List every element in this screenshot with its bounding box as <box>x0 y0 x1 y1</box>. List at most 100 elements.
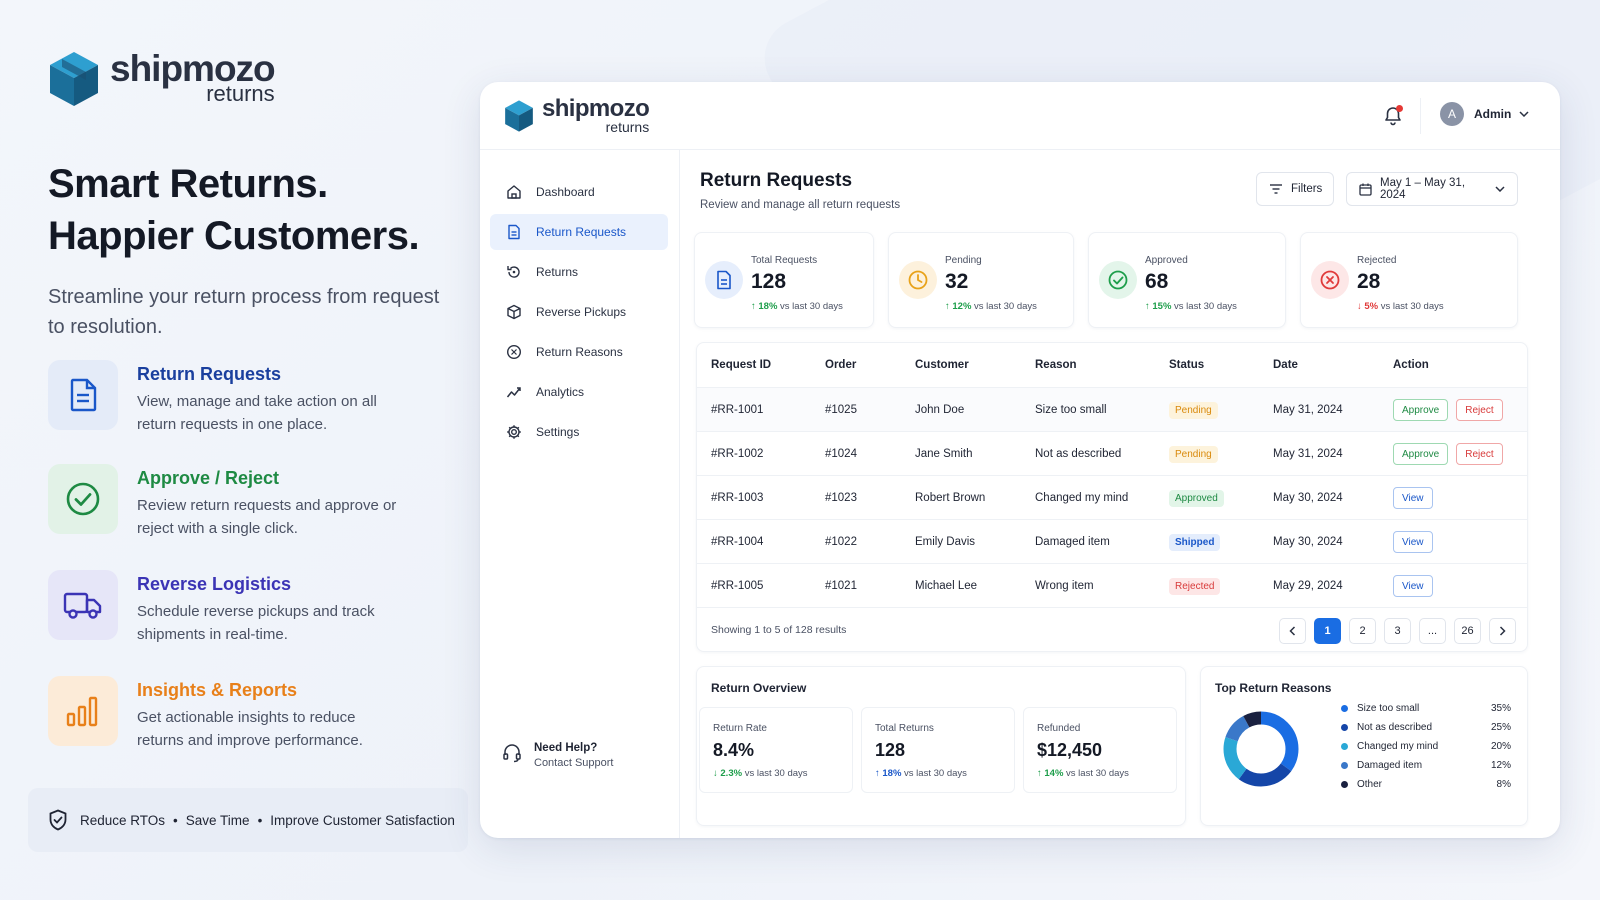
analytics-icon <box>505 383 523 401</box>
truck-icon <box>48 570 118 640</box>
tagline-item: Reduce RTOs <box>80 812 166 828</box>
request-id[interactable]: #RR-1005 <box>711 564 763 608</box>
metric-total-returns: Total Returns 128 ↑ 18% vs last 30 days <box>861 707 1015 793</box>
metric-trend: ↑ 18% vs last 30 days <box>875 768 967 779</box>
stat-trend: ↓ 5% vs last 30 days <box>1357 301 1444 312</box>
next-page-button[interactable] <box>1489 618 1516 644</box>
stat-trend: ↑ 15% vs last 30 days <box>1145 301 1237 312</box>
stat-trend: ↑ 18% vs last 30 days <box>751 301 843 312</box>
date-range-picker[interactable]: May 1 – May 31, 2024 <box>1346 172 1518 206</box>
metric-trend: ↓ 2.3% vs last 30 days <box>713 768 808 779</box>
sidebar-item-label: Reverse Pickups <box>536 305 627 319</box>
trend-text: vs last 30 days <box>744 768 808 779</box>
chevron-left-icon <box>1289 626 1296 636</box>
home-icon <box>505 183 523 201</box>
feature-approve-reject: Approve / Reject Review return requests … <box>48 464 448 540</box>
chevron-down-icon <box>1495 186 1505 192</box>
view-button[interactable]: View <box>1393 531 1433 553</box>
stat-value: 32 <box>945 270 969 293</box>
app-brand-product: returns <box>605 119 650 135</box>
approve-button[interactable]: Approve <box>1393 443 1449 465</box>
request-id[interactable]: #RR-1004 <box>711 520 763 564</box>
page-button[interactable]: 3 <box>1384 618 1411 644</box>
table-row[interactable]: #RR-1004 #1022 Emily Davis Damaged item … <box>697 519 1527 563</box>
table-row[interactable]: #RR-1001 #1025 John Doe Size too small P… <box>697 387 1527 431</box>
app-logo[interactable]: shipmozo returns <box>504 97 650 135</box>
arrow-up-icon: ↑ <box>1145 301 1150 312</box>
legend-item: Damaged item 12% <box>1341 758 1511 772</box>
trend-pct: 14% <box>1044 768 1064 779</box>
sidebar-item-return-reasons[interactable]: Return Reasons <box>490 334 668 370</box>
return-reason: Damaged item <box>1035 536 1110 548</box>
feature-reverse-logistics: Reverse Logistics Schedule reverse picku… <box>48 570 448 646</box>
feature-desc: Get actionable insights to reduce return… <box>137 709 363 749</box>
tagline-item: Improve Customer Satisfaction <box>270 812 455 828</box>
feature-desc: Schedule reverse pickups and track shipm… <box>137 603 375 643</box>
contact-support-link[interactable]: Contact Support <box>534 757 614 769</box>
sidebar-item-reverse-pickups[interactable]: Reverse Pickups <box>490 294 668 330</box>
stat-card-rejected: Rejected 28 ↓ 5% vs last 30 days <box>1300 232 1518 328</box>
reject-button[interactable]: Reject <box>1456 399 1503 421</box>
approve-button[interactable]: Approve <box>1393 399 1449 421</box>
customer-name: Michael Lee <box>915 580 978 592</box>
sidebar-item-analytics[interactable]: Analytics <box>490 374 668 410</box>
user-menu[interactable]: A Admin <box>1440 102 1529 126</box>
return-reason: Wrong item <box>1035 580 1094 592</box>
sidebar-item-return-requests[interactable]: Return Requests <box>490 214 668 250</box>
metric-refunded: Refunded $12,450 ↑ 14% vs last 30 days <box>1023 707 1177 793</box>
sidebar-item-returns[interactable]: Returns <box>490 254 668 290</box>
document-icon <box>505 223 523 241</box>
sidebar-item-label: Returns <box>536 265 579 279</box>
page-button[interactable]: 1 <box>1314 618 1341 644</box>
legend-pct: 12% <box>1490 759 1511 771</box>
table-header: Request ID Order Customer Reason Status … <box>697 343 1527 387</box>
sidebar-item-settings[interactable]: Settings <box>490 414 668 450</box>
legend-label: Changed my mind <box>1357 740 1439 752</box>
page-button[interactable]: 2 <box>1349 618 1376 644</box>
order-id[interactable]: #1022 <box>825 520 857 564</box>
prev-page-button[interactable] <box>1279 618 1306 644</box>
shield-icon <box>48 809 68 831</box>
request-id[interactable]: #RR-1003 <box>711 476 763 520</box>
reject-button[interactable]: Reject <box>1456 443 1503 465</box>
table-row[interactable]: #RR-1003 #1023 Robert Brown Changed my m… <box>697 475 1527 519</box>
column-header[interactable]: Status <box>1169 343 1204 387</box>
page-button[interactable]: 26 <box>1454 618 1481 644</box>
request-id[interactable]: #RR-1001 <box>711 388 763 432</box>
request-date: May 30, 2024 <box>1273 536 1343 548</box>
page-subtitle: Review and manage all return requests <box>700 199 901 211</box>
feature-desc: Review return requests and approve or re… <box>137 497 397 537</box>
order-id[interactable]: #1025 <box>825 388 857 432</box>
filters-button[interactable]: Filters <box>1256 172 1334 206</box>
feature-title: Approve / Reject <box>137 468 280 488</box>
status-badge: Shipped <box>1169 533 1221 551</box>
customer-name: Robert Brown <box>915 492 986 504</box>
column-header[interactable]: Customer <box>915 343 969 387</box>
view-button[interactable]: View <box>1393 575 1433 597</box>
feature-desc: View, manage and take action on all retu… <box>137 393 377 433</box>
legend-label: Other <box>1357 778 1383 790</box>
view-button[interactable]: View <box>1393 487 1433 509</box>
request-id[interactable]: #RR-1002 <box>711 432 763 476</box>
status-badge: Approved <box>1169 489 1224 507</box>
hero: Smart Returns. Happier Customers. Stream… <box>48 158 458 342</box>
column-header[interactable]: Date <box>1273 343 1298 387</box>
column-header: Action <box>1393 359 1429 371</box>
sidebar-item-dashboard[interactable]: Dashboard <box>490 174 668 210</box>
table-row[interactable]: #RR-1002 #1024 Jane Smith Not as describ… <box>697 431 1527 475</box>
request-date: May 31, 2024 <box>1273 404 1343 416</box>
notification-bell-icon[interactable] <box>1384 105 1403 131</box>
column-header[interactable]: Order <box>825 343 856 387</box>
arrow-up-icon: ↑ <box>945 301 950 312</box>
order-id[interactable]: #1021 <box>825 564 857 608</box>
column-header[interactable]: Request ID <box>711 343 771 387</box>
trend-pct: 5% <box>1364 301 1379 312</box>
column-header[interactable]: Reason <box>1035 343 1077 387</box>
order-id[interactable]: #1023 <box>825 476 857 520</box>
results-count: Showing 1 to 5 of 128 results <box>711 624 847 636</box>
top-return-reasons-card: Top Return Reasons Size too small 35% No… <box>1200 666 1528 826</box>
help-section[interactable]: Need Help? Contact Support <box>502 742 614 769</box>
stat-label: Total Requests <box>751 255 818 266</box>
order-id[interactable]: #1024 <box>825 432 857 476</box>
table-row[interactable]: #RR-1005 #1021 Michael Lee Wrong item Re… <box>697 563 1527 607</box>
